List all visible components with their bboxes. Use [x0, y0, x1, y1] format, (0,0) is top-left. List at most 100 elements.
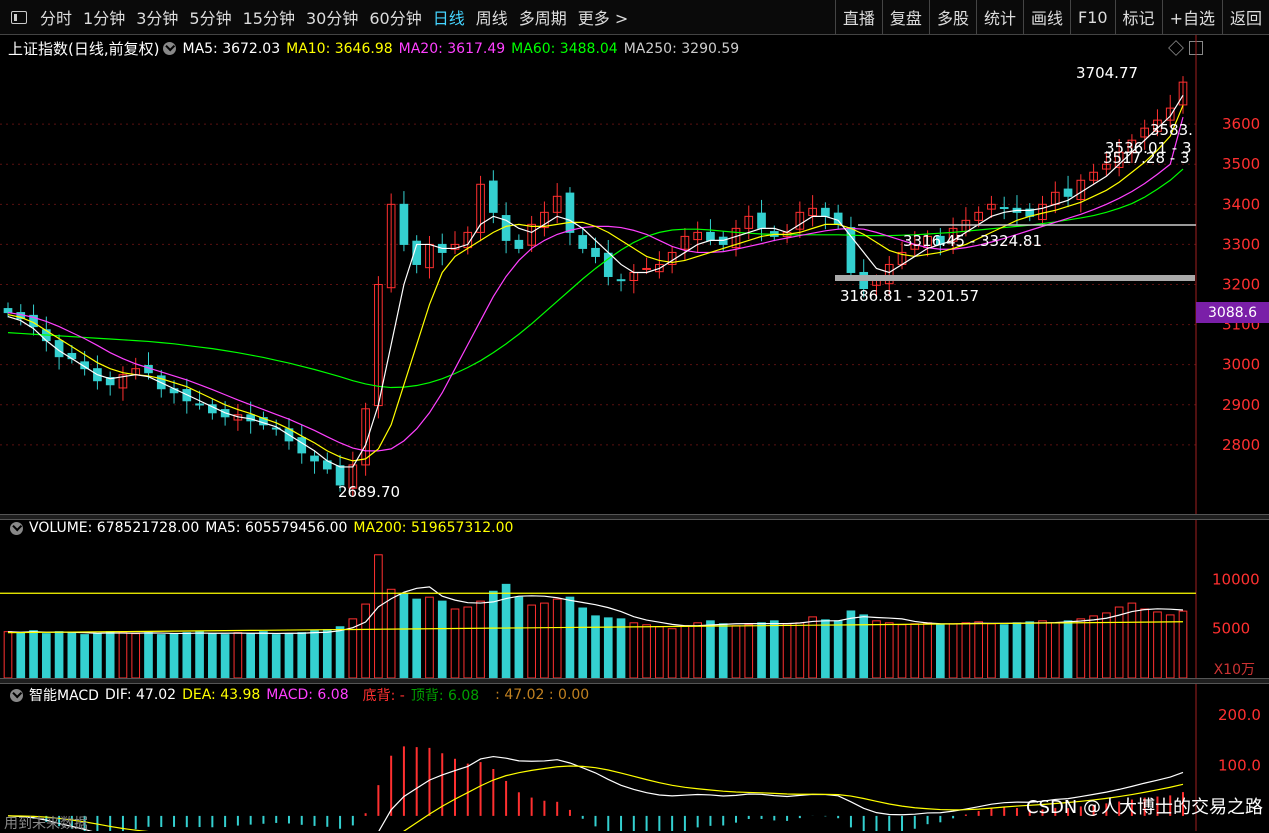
chevron-down-icon[interactable]: [10, 688, 23, 702]
volume-bar: [706, 620, 715, 679]
volume-legend: VOLUME: 678521728.00 MA5: 605579456.00 M…: [8, 520, 519, 536]
volume-bar: [936, 624, 945, 679]
volume-bar: [578, 607, 588, 679]
price-axis-label: 3300: [1222, 235, 1260, 253]
volume-bar: [412, 598, 422, 679]
macd-indicator-name[interactable]: 智能MACD: [29, 685, 99, 705]
watermark: CSDN @人大博士的交易之路: [1025, 797, 1263, 818]
current-price-tag: 3088.6: [1196, 302, 1269, 323]
volume-bar: [1127, 602, 1137, 679]
candle-body: [67, 352, 77, 360]
price-range-band: [835, 275, 1195, 281]
volume-bar: [527, 604, 536, 679]
dea-value: DEA: 43.98: [182, 687, 261, 703]
volume-bar: [361, 603, 370, 679]
candle-body: [1063, 188, 1073, 197]
volume-bar: [1050, 622, 1060, 679]
candle-body: [846, 227, 856, 273]
volume-bar: [195, 631, 204, 679]
volume-bar: [757, 622, 766, 679]
volume-bar: [297, 632, 307, 679]
volume-bar: [105, 631, 115, 679]
volume-bar: [1063, 620, 1073, 679]
volume-bar: [437, 600, 447, 679]
volume-bar: [259, 631, 268, 679]
candle-body: [310, 455, 319, 462]
price-axis-label: 3400: [1222, 195, 1260, 213]
candle-body: [833, 212, 843, 225]
volume-bar: [910, 623, 920, 679]
volume-bar: [514, 596, 524, 679]
chart-area[interactable]: 3704.77 2689.70 3316.45 - 3324.81 3186.81 -…: [0, 0, 1269, 831]
volume-bar: [808, 616, 817, 679]
panel-divider[interactable]: [0, 678, 1269, 684]
volume-bar: [118, 632, 128, 679]
volume-bar: [833, 620, 843, 679]
volume-unit: X10万: [1213, 662, 1255, 678]
volume-bar: [220, 634, 230, 679]
macd-extra: : 47.02 : 0.00: [495, 687, 590, 703]
volume-bar: [80, 634, 89, 679]
volume-bar: [693, 622, 703, 679]
partial3-label: 3517.28 - 3: [1103, 149, 1190, 167]
volume-bar: [169, 633, 179, 679]
volume-bar: [1178, 610, 1188, 679]
volume-bar: [821, 619, 830, 679]
range2-label: 3186.81 - 3201.57: [840, 287, 979, 305]
macd-axis-label: 200.0: [1218, 706, 1261, 724]
bottom-divergence: 底背: -: [362, 688, 405, 704]
volume-bar: [1038, 620, 1047, 679]
volume-bar: [29, 630, 38, 679]
volume-bar: [41, 633, 51, 679]
volume-bar: [310, 630, 319, 679]
volume-bar: [54, 631, 64, 679]
volume-bar: [271, 634, 281, 679]
volume-bar: [795, 622, 805, 679]
volume-bar: [987, 623, 996, 679]
partial1-label: 3583.: [1150, 121, 1193, 139]
price-axis-label: 3500: [1222, 155, 1260, 173]
volume-axis-label: 5000: [1212, 620, 1250, 638]
volume-bar: [488, 590, 498, 679]
candle-body: [488, 180, 498, 213]
volume-bar: [999, 624, 1009, 679]
volume-bar: [744, 624, 754, 679]
candle-body: [297, 437, 307, 454]
volume-bar: [1076, 618, 1086, 679]
volume-bar: [1165, 614, 1175, 679]
volume-bar: [1089, 615, 1098, 679]
macd-value: MACD: 6.08: [266, 687, 349, 703]
candle-body: [999, 207, 1009, 210]
volume-bar: [961, 622, 971, 679]
volume-bar: [718, 623, 728, 679]
volume-bar: [386, 588, 396, 679]
volume-axis-label: 10000: [1212, 570, 1260, 588]
volume-bar: [208, 633, 217, 679]
high-label: 3704.77: [1076, 64, 1138, 82]
volume-bar: [680, 625, 690, 679]
volume-bar: [476, 600, 485, 679]
volume-bar: [565, 596, 575, 679]
low-label: 2689.70: [338, 483, 400, 501]
volume-bar: [93, 633, 102, 679]
volume-bar: [948, 623, 958, 679]
volume-bar: [1012, 622, 1022, 679]
volume-bar: [552, 598, 562, 679]
candle-body: [616, 279, 626, 282]
volume-bar: [642, 624, 651, 679]
macd-legend: 智能MACD DIF: 47.02 DEA: 43.98 MACD: 6.08 …: [8, 685, 595, 705]
chevron-down-icon[interactable]: [10, 521, 23, 535]
volume-ma5-value: MA5: 605579456.00: [205, 520, 348, 536]
dif-value: DIF: 47.02: [104, 687, 177, 703]
volume-ma200-value: MA200: 519657312.00: [353, 520, 514, 536]
volume-bar: [655, 626, 664, 679]
volume-bar: [1114, 606, 1124, 679]
candle-body: [514, 239, 524, 249]
volume-bar: [897, 624, 907, 679]
volume-bar: [67, 632, 77, 679]
volume-bar: [884, 622, 894, 679]
candle-body: [3, 308, 13, 314]
candle-body: [195, 403, 204, 406]
candle-body: [578, 235, 588, 249]
volume-bar: [667, 628, 677, 679]
